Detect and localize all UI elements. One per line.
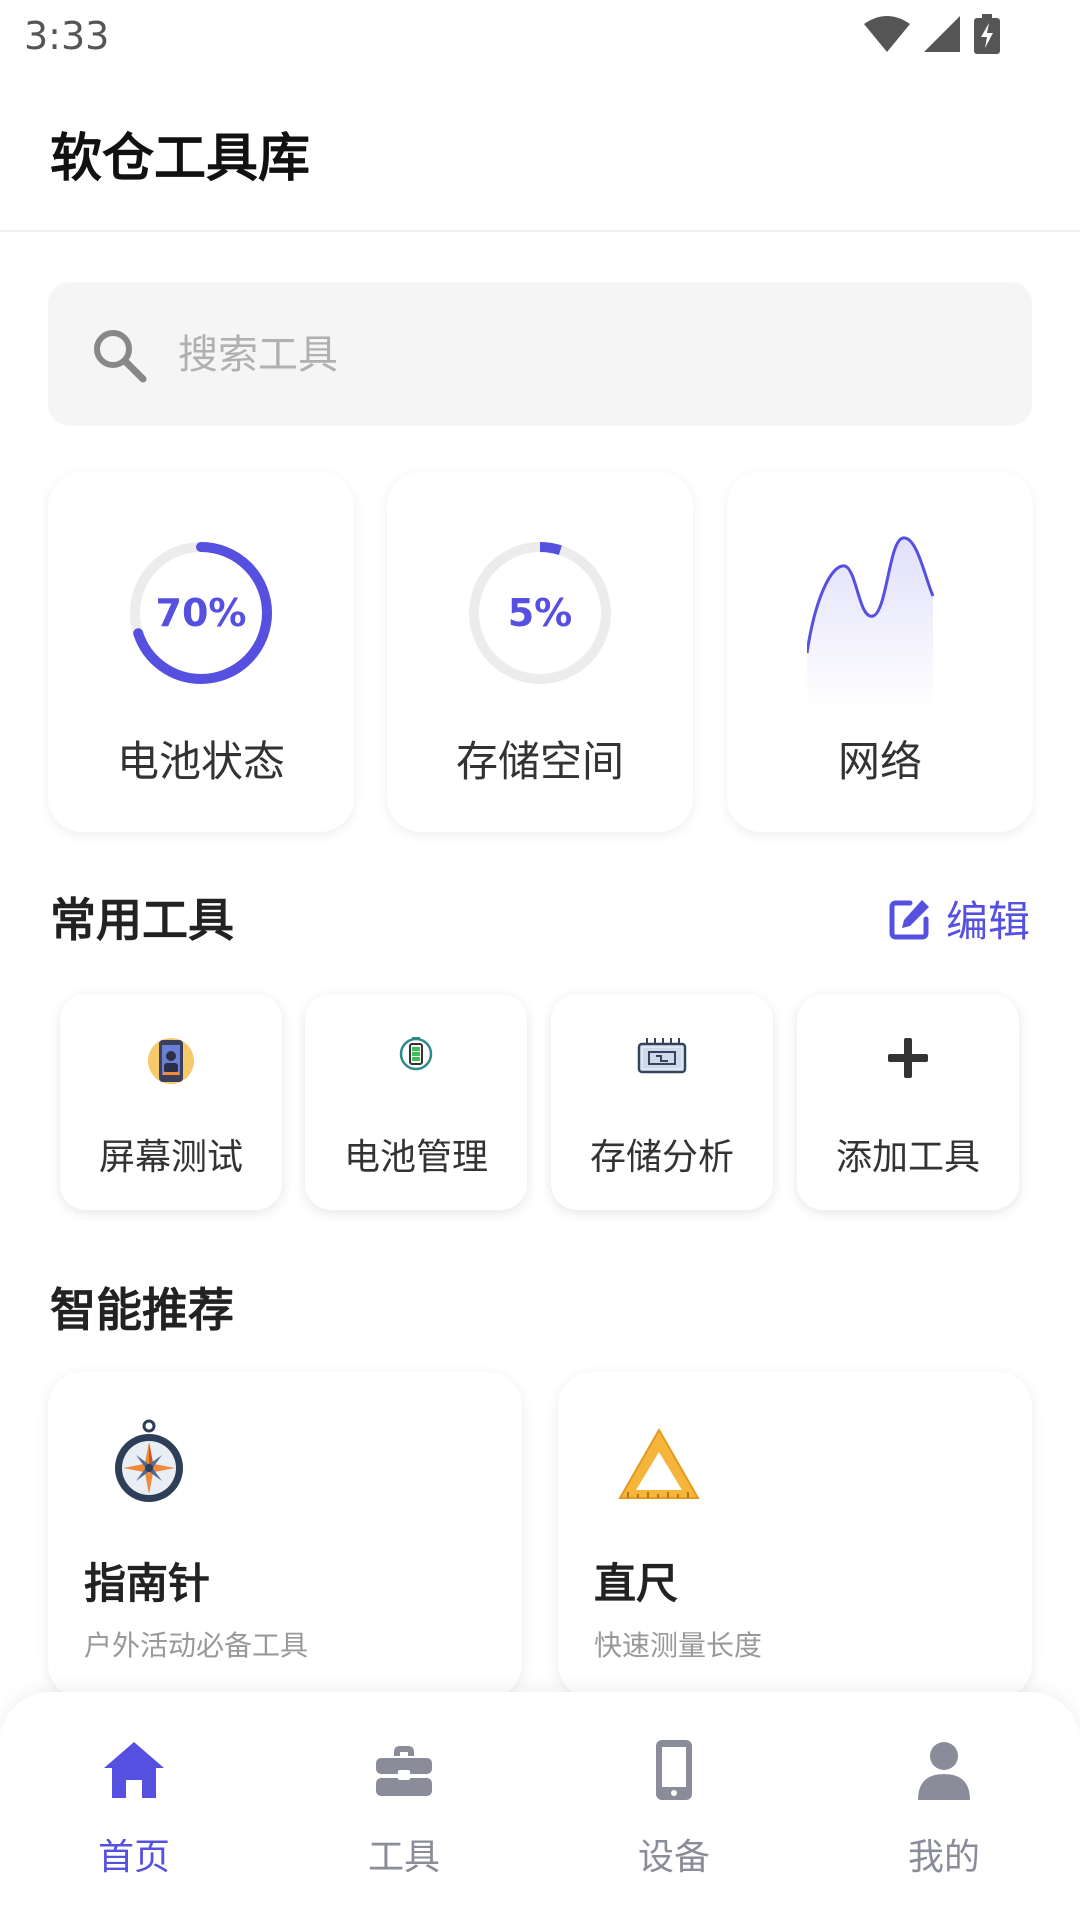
nav-label: 我的 (907, 1837, 980, 1878)
status-time: 3:33 (24, 14, 110, 58)
phone-icon (656, 1740, 692, 1800)
cellular-signal-icon (924, 16, 960, 52)
phone-screen-icon (126, 1036, 216, 1086)
edit-label: 编辑 (945, 897, 1030, 946)
search-icon (94, 330, 147, 383)
network-wave-chart (807, 536, 935, 708)
storage-space-card[interactable]: 5% 存储空间 (387, 472, 693, 832)
status-icons (864, 14, 1000, 54)
nav-item-device[interactable]: 设备 (574, 1732, 774, 1892)
tool-label: 存储分析 (589, 1137, 734, 1178)
network-card[interactable]: 网络 (727, 472, 1033, 832)
recommend-item-title: 指南针 (84, 1559, 211, 1608)
recommend-compass-card[interactable]: 指南针 户外活动必备工具 (48, 1372, 522, 1698)
battery-icon (371, 1036, 461, 1086)
app-header: 软仓工具库 (0, 76, 1080, 232)
home-icon (104, 1742, 164, 1798)
bottom-nav: 首页 工具 设备 我的 (0, 1692, 1080, 1920)
status-bar: 3:33 (0, 0, 1080, 76)
tool-label: 屏幕测试 (98, 1137, 243, 1178)
tool-add[interactable]: 添加工具 (797, 994, 1019, 1210)
battery-status-card[interactable]: 70% 电池状态 (48, 472, 354, 832)
nav-label: 首页 (97, 1837, 170, 1878)
toolbox-icon (376, 1746, 432, 1796)
nav-label: 工具 (367, 1837, 440, 1878)
storage-percent: 5% (507, 591, 573, 635)
tool-label: 添加工具 (835, 1137, 980, 1178)
compass-icon (115, 1419, 183, 1502)
edit-button[interactable]: 编辑 (888, 888, 1030, 949)
person-icon (918, 1742, 970, 1800)
nav-item-home[interactable]: 首页 (34, 1732, 234, 1892)
storage-space-label: 存储空间 (455, 737, 624, 786)
wifi-icon (864, 16, 910, 52)
tool-storage-analysis[interactable]: 存储分析 (551, 994, 773, 1210)
screen: 3:33 软仓工具库 7 (0, 0, 1080, 1920)
recommend-ruler-card[interactable]: 直尺 快速测量长度 (558, 1372, 1032, 1698)
tool-label: 电池管理 (343, 1137, 488, 1178)
battery-percent: 70% (155, 591, 247, 635)
battery-status-label: 电池状态 (116, 737, 285, 786)
nav-item-me[interactable]: 我的 (844, 1732, 1044, 1892)
recommend-title: 智能推荐 (50, 1283, 234, 1337)
common-tools-title: 常用工具 (50, 893, 234, 947)
recommend-item-desc: 快速测量长度 (594, 1629, 763, 1662)
edit-icon (889, 899, 929, 939)
tool-battery-manage[interactable]: 电池管理 (305, 994, 527, 1210)
ruler-triangle-icon (618, 1427, 700, 1499)
nav-label: 设备 (637, 1837, 710, 1878)
plus-icon (863, 1036, 953, 1086)
nav-item-tools[interactable]: 工具 (304, 1732, 504, 1892)
network-label: 网络 (837, 737, 922, 786)
tool-screen-test[interactable]: 屏幕测试 (60, 994, 282, 1210)
search-input[interactable] (178, 320, 958, 390)
search-box[interactable] (48, 282, 1032, 426)
recommend-item-title: 直尺 (594, 1559, 679, 1608)
page-title: 软仓工具库 (50, 129, 311, 189)
recommend-item-desc: 户外活动必备工具 (84, 1629, 309, 1662)
battery-charging-icon (974, 14, 1000, 54)
storage-chip-icon (617, 1036, 707, 1086)
